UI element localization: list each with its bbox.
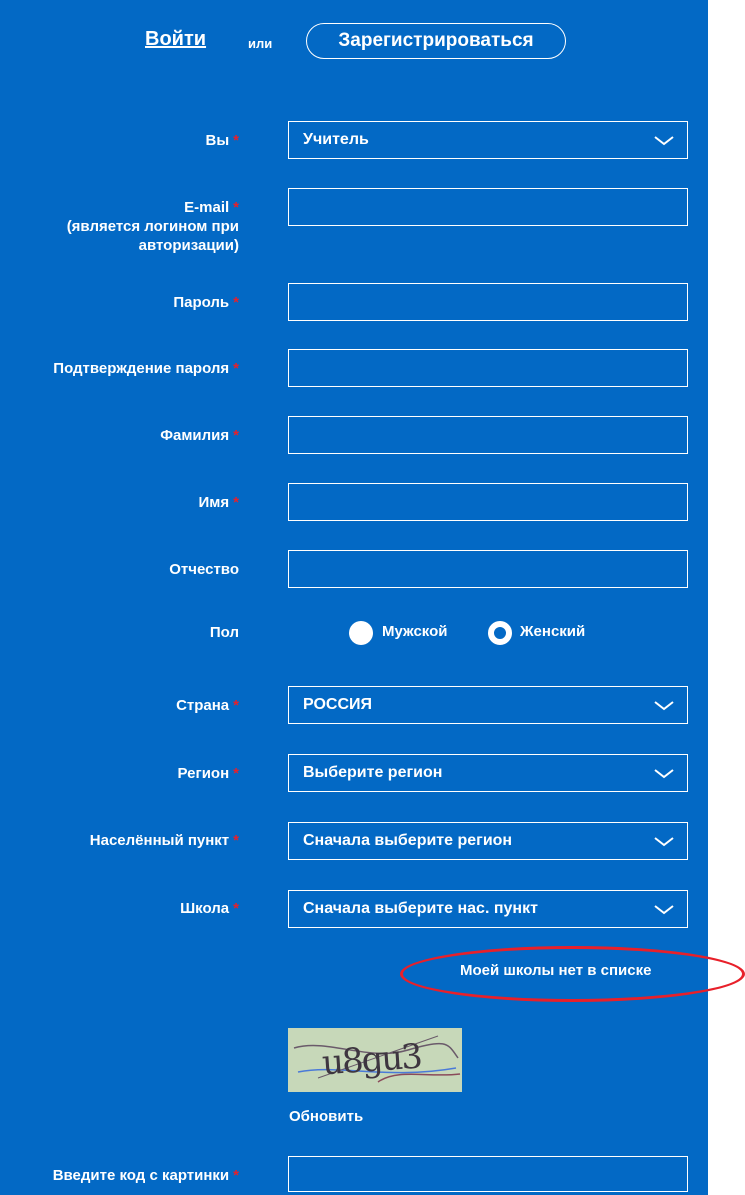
chevron-down-icon: [654, 701, 674, 711]
region-label: Регион *: [177, 765, 239, 782]
chevron-down-icon: [654, 136, 674, 146]
required-marker: *: [233, 1167, 239, 1184]
chevron-down-icon: [654, 905, 674, 915]
locality-select[interactable]: Сначала выберите регион: [288, 822, 688, 860]
chevron-down-icon: [654, 837, 674, 847]
registration-panel: Войти или Зарегистрироваться Вы * Учитель…: [0, 0, 708, 1195]
school-select-value: Сначала выберите нас. пункт: [303, 900, 538, 917]
locality-label: Населённый пункт *: [89, 832, 239, 849]
region-select[interactable]: Выберите регион: [288, 754, 688, 792]
country-label: Страна *: [176, 697, 239, 714]
country-select[interactable]: РОССИЯ: [288, 686, 688, 724]
gender-female-label[interactable]: Женский: [520, 623, 585, 640]
register-button[interactable]: Зарегистрироваться: [306, 23, 566, 59]
gender-male-label[interactable]: Мужской: [382, 623, 448, 640]
password-confirm-field[interactable]: [288, 349, 688, 387]
required-marker: *: [233, 494, 239, 511]
captcha-input[interactable]: [288, 1156, 688, 1192]
role-label: Вы *: [205, 132, 240, 149]
required-marker: *: [233, 294, 239, 311]
register-button-label: Зарегистрироваться: [338, 30, 534, 51]
role-select[interactable]: Учитель: [288, 121, 688, 159]
first-name-label: Имя *: [198, 494, 239, 511]
country-select-value: РОССИЯ: [303, 696, 373, 713]
captcha-text: u8gu3: [320, 1036, 423, 1084]
required-marker: *: [233, 900, 239, 917]
required-marker: *: [233, 132, 239, 149]
school-select[interactable]: Сначала выберите нас. пункт: [288, 890, 688, 928]
login-link[interactable]: Войти: [145, 28, 206, 51]
patronymic-field[interactable]: [288, 550, 688, 588]
locality-select-value: Сначала выберите регион: [303, 832, 513, 849]
patronymic-label: Отчество: [169, 561, 239, 578]
last-name-field[interactable]: [288, 416, 688, 454]
required-marker: *: [233, 199, 239, 216]
page-margin: [708, 0, 745, 1195]
required-marker: *: [233, 360, 239, 377]
highlight-ellipse: [400, 946, 745, 1002]
email-field[interactable]: [288, 188, 688, 226]
password-field[interactable]: [288, 283, 688, 321]
first-name-field[interactable]: [288, 483, 688, 521]
required-marker: *: [233, 765, 239, 782]
captcha-label: Введите код с картинки *: [52, 1167, 239, 1184]
chevron-down-icon: [654, 769, 674, 779]
required-marker: *: [233, 832, 239, 849]
school-label: Школа *: [180, 900, 239, 917]
required-marker: *: [233, 427, 239, 444]
or-text: или: [248, 36, 273, 51]
password-confirm-label: Подтверждение пароля *: [53, 360, 239, 377]
captcha-image: u8gu3: [288, 1028, 462, 1092]
gender-female-radio[interactable]: [488, 621, 512, 645]
role-select-value: Учитель: [303, 131, 369, 148]
gender-male-radio[interactable]: [349, 621, 373, 645]
required-marker: *: [233, 697, 239, 714]
gender-label: Пол: [209, 624, 239, 641]
region-select-value: Выберите регион: [303, 764, 443, 781]
captcha-refresh-link[interactable]: Обновить: [289, 1108, 363, 1125]
password-label: Пароль *: [173, 294, 239, 311]
last-name-label: Фамилия *: [160, 427, 239, 444]
email-label: E-mail * (является логином при авторизаци…: [66, 199, 239, 254]
